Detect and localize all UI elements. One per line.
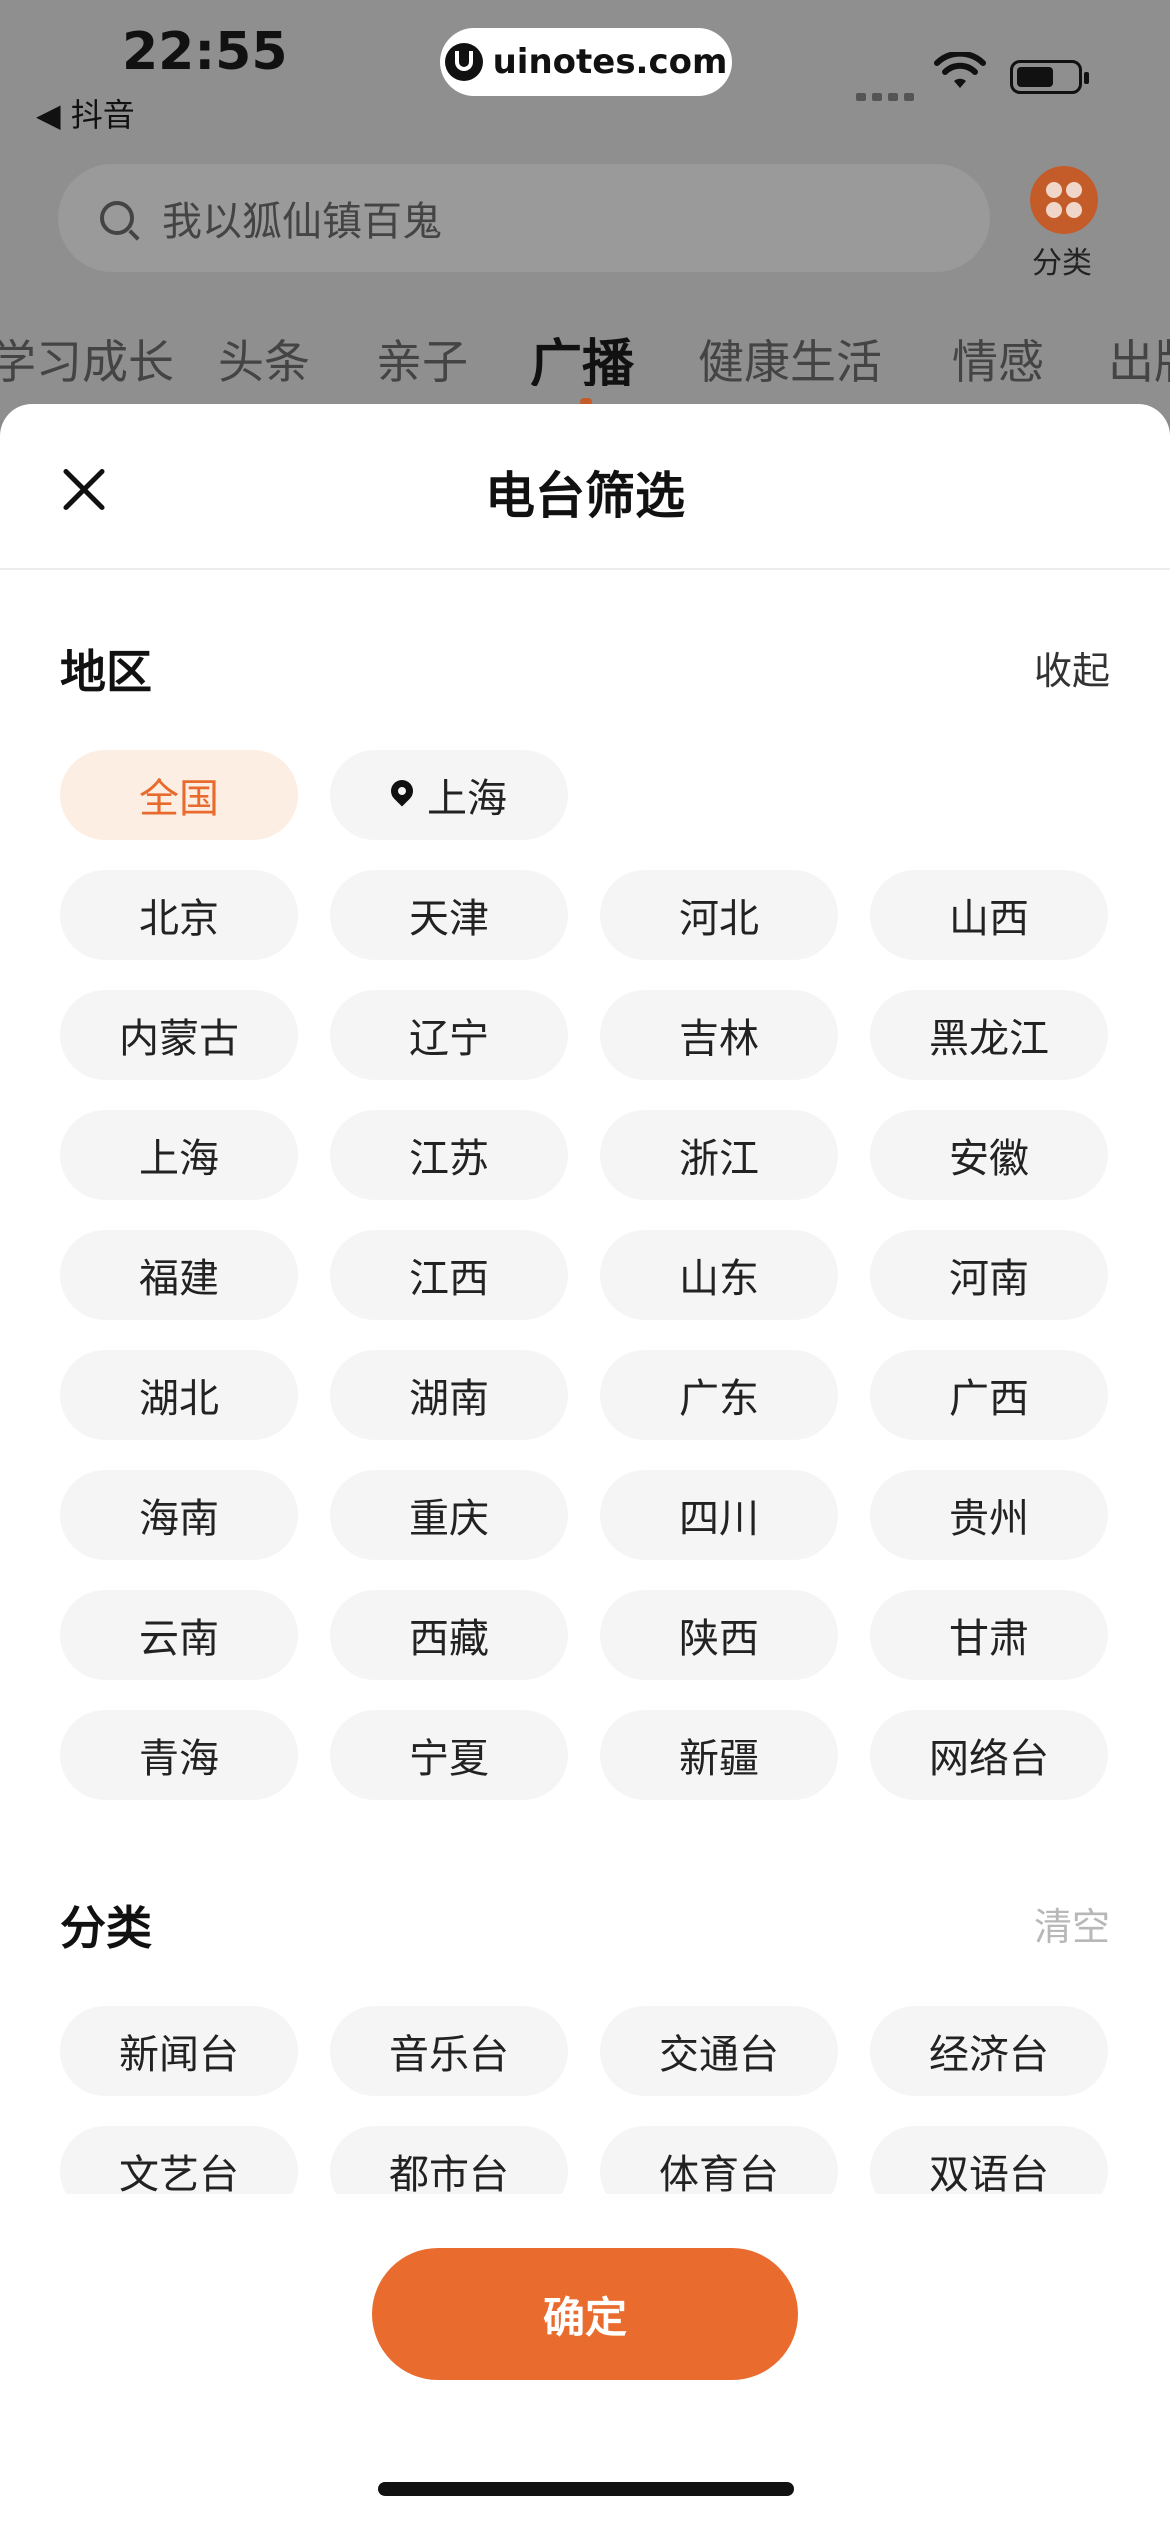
tab-parenting[interactable]: 亲子 xyxy=(376,326,468,386)
region-chip[interactable]: 安徽 xyxy=(870,1110,1108,1200)
region-chip[interactable]: 广西 xyxy=(870,1350,1108,1440)
region-chip[interactable]: 新疆 xyxy=(600,1710,838,1800)
region-chip[interactable]: 网络台 xyxy=(870,1710,1108,1800)
category-title: 分类 xyxy=(60,1901,152,1955)
region-chip[interactable]: 内蒙古 xyxy=(60,990,298,1080)
region-chip[interactable]: 青海 xyxy=(60,1710,298,1800)
region-chip[interactable]: 重庆 xyxy=(330,1470,568,1560)
tab-publishing[interactable]: 出版 xyxy=(1108,326,1170,386)
region-chip[interactable]: 浙江 xyxy=(600,1110,838,1200)
region-chip[interactable]: 陕西 xyxy=(600,1590,838,1680)
region-chip[interactable]: 广东 xyxy=(600,1350,838,1440)
region-chip[interactable]: 黑龙江 xyxy=(870,990,1108,1080)
location-pin-icon xyxy=(386,775,418,807)
radio-filter-sheet: 电台筛选 地区 收起 全国 上海 北京 天津 河北 山西 内蒙古 辽宁 吉林 黑龙江 上海 江苏浙… xyxy=(0,404,1170,2532)
tab-learning[interactable]: 学习成长 xyxy=(0,326,174,386)
region-chip[interactable]: 辽宁 xyxy=(330,990,568,1080)
back-to-app-link[interactable]: ◀ 抖音 xyxy=(36,90,135,136)
category-chip[interactable]: 音乐台 xyxy=(330,2006,568,2096)
region-chip[interactable]: 云南 xyxy=(60,1590,298,1680)
region-chip[interactable]: 山东 xyxy=(600,1230,838,1320)
region-chip[interactable]: 吉林 xyxy=(600,990,838,1080)
region-chip[interactable]: 海南 xyxy=(60,1470,298,1560)
search-bar[interactable]: 我以狐仙镇百鬼 xyxy=(58,164,990,272)
category-grid-icon[interactable] xyxy=(1030,166,1098,234)
tab-bar: 学习成长 头条 亲子 广播 健康生活 情感 出版 xyxy=(0,326,1170,386)
region-chip-nationwide[interactable]: 全国 xyxy=(60,750,298,840)
region-chip[interactable]: 甘肃 xyxy=(870,1590,1108,1680)
watermark: uinotes.com xyxy=(440,28,732,96)
region-chip[interactable]: 福建 xyxy=(60,1230,298,1320)
collapse-button[interactable]: 收起 xyxy=(1034,640,1110,695)
home-indicator xyxy=(378,2482,794,2496)
region-chip[interactable]: 江苏 xyxy=(330,1110,568,1200)
region-chip[interactable]: 河北 xyxy=(600,870,838,960)
region-chip[interactable]: 四川 xyxy=(600,1470,838,1560)
tab-radio[interactable]: 广播 xyxy=(530,326,634,386)
sheet-title: 电台筛选 xyxy=(485,467,685,525)
search-icon xyxy=(100,201,134,235)
region-chip[interactable]: 上海 xyxy=(60,1110,298,1200)
confirm-button[interactable]: 确定 xyxy=(372,2248,798,2380)
region-chip[interactable]: 河南 xyxy=(870,1230,1108,1320)
region-chip[interactable]: 天津 xyxy=(330,870,568,960)
tab-headlines[interactable]: 头条 xyxy=(218,326,310,386)
region-chip[interactable]: 江西 xyxy=(330,1230,568,1320)
tab-emotion[interactable]: 情感 xyxy=(952,326,1044,386)
region-chip[interactable]: 北京 xyxy=(60,870,298,960)
watermark-text: uinotes.com xyxy=(492,42,728,82)
region-chip[interactable]: 西藏 xyxy=(330,1590,568,1680)
search-placeholder: 我以狐仙镇百鬼 xyxy=(162,199,442,245)
category-chip[interactable]: 新闻台 xyxy=(60,2006,298,2096)
status-time: 22:55 xyxy=(122,22,288,82)
battery-icon xyxy=(1010,60,1089,94)
wifi-icon xyxy=(934,52,986,88)
divider xyxy=(0,568,1170,570)
category-chip[interactable]: 经济台 xyxy=(870,2006,1108,2096)
category-chip[interactable]: 交通台 xyxy=(600,2006,838,2096)
watermark-logo-icon xyxy=(444,43,483,81)
current-location-label: 上海 xyxy=(427,776,507,822)
region-chip[interactable]: 山西 xyxy=(870,870,1108,960)
tab-health[interactable]: 健康生活 xyxy=(698,326,882,386)
cellular-signal-icon xyxy=(856,86,920,105)
category-button-label: 分类 xyxy=(1032,246,1092,281)
region-chip[interactable]: 贵州 xyxy=(870,1470,1108,1560)
clear-button[interactable]: 清空 xyxy=(1034,1896,1110,1951)
region-chip[interactable]: 湖北 xyxy=(60,1350,298,1440)
region-chip[interactable]: 湖南 xyxy=(330,1350,568,1440)
region-chip[interactable]: 宁夏 xyxy=(330,1710,568,1800)
region-chip-current-location[interactable]: 上海 xyxy=(330,750,568,840)
region-title: 地区 xyxy=(60,645,152,699)
